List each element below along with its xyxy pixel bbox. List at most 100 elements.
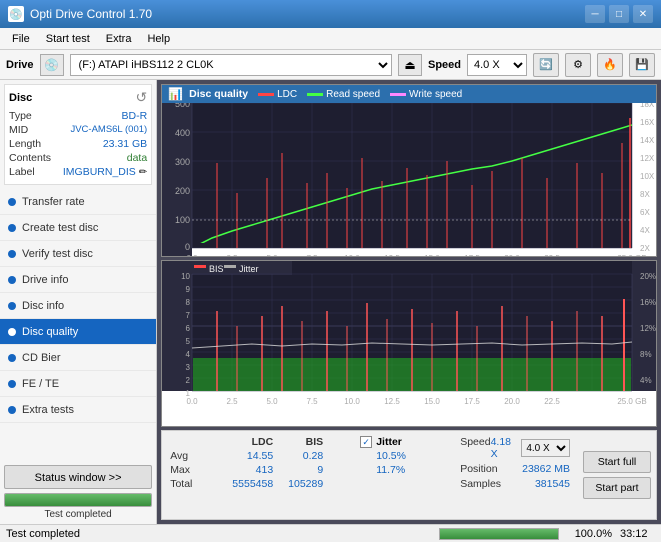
disc-panel-header: Disc ↺ bbox=[9, 89, 147, 106]
legend-read-color bbox=[307, 93, 323, 96]
nav-dot-active bbox=[8, 328, 16, 336]
drive-select[interactable]: (F:) ATAPI iHBS112 2 CL0K bbox=[70, 54, 392, 76]
minimize-button[interactable]: ─ bbox=[585, 5, 605, 23]
sidebar-item-disc-info[interactable]: Disc info bbox=[0, 293, 156, 319]
drive-bar: Drive 💿 (F:) ATAPI iHBS112 2 CL0K ⏏ Spee… bbox=[0, 50, 661, 80]
legend-ldc-label: LDC bbox=[277, 89, 297, 100]
sidebar-progress-fill bbox=[5, 494, 151, 506]
svg-text:2.5: 2.5 bbox=[227, 254, 239, 256]
svg-text:4X: 4X bbox=[640, 226, 650, 235]
disc-type-label: Type bbox=[9, 110, 32, 122]
disc-edit-icon[interactable]: ✏ bbox=[139, 167, 147, 178]
svg-text:0.0: 0.0 bbox=[187, 254, 199, 256]
disc-contents-row: Contents data bbox=[9, 152, 147, 164]
avg-label: Avg bbox=[170, 450, 208, 462]
disc-label-row: Label IMGBURN_DIS ✏ bbox=[9, 166, 147, 178]
sidebar-item-extra-tests[interactable]: Extra tests bbox=[0, 397, 156, 423]
menu-start-test[interactable]: Start test bbox=[38, 31, 98, 47]
window-controls: ─ □ ✕ bbox=[585, 5, 653, 23]
drive-icon[interactable]: 💿 bbox=[40, 54, 64, 76]
chart-icon: 📊 bbox=[168, 87, 183, 101]
speed-label: Speed bbox=[428, 59, 461, 71]
speed-select[interactable]: 4.0 X bbox=[467, 54, 527, 76]
svg-text:10: 10 bbox=[181, 272, 190, 281]
disc-type-value: BD-R bbox=[122, 110, 148, 122]
bottom-chart-panel: BIS Jitter bbox=[161, 260, 657, 427]
bis-header: BIS bbox=[273, 436, 323, 448]
sidebar-item-disc-quality[interactable]: Disc quality bbox=[0, 319, 156, 345]
svg-text:16X: 16X bbox=[640, 118, 655, 127]
nav-dot bbox=[8, 406, 16, 414]
menu-bar: File Start test Extra Help bbox=[0, 28, 661, 50]
legend-read-label: Read speed bbox=[326, 89, 380, 100]
svg-text:17.5: 17.5 bbox=[464, 254, 480, 256]
top-chart-svg: 500 400 300 200 100 0 18X 16X 14X 12X 10… bbox=[162, 103, 656, 256]
start-full-button[interactable]: Start full bbox=[583, 451, 651, 473]
disc-label-value: IMGBURN_DIS bbox=[63, 166, 136, 178]
save-button[interactable]: 💾 bbox=[629, 53, 655, 77]
burn-button[interactable]: 🔥 bbox=[597, 53, 623, 77]
svg-text:5: 5 bbox=[186, 337, 191, 346]
title-bar: 💿 Opti Drive Control 1.70 ─ □ ✕ bbox=[0, 0, 661, 28]
disc-length-label: Length bbox=[9, 138, 41, 150]
legend-ldc: LDC bbox=[258, 89, 297, 100]
bottom-percent: 100.0% bbox=[567, 528, 612, 540]
top-chart-title: Disc quality bbox=[189, 88, 248, 100]
max-label: Max bbox=[170, 464, 208, 476]
speed-info-select[interactable]: 4.0 X bbox=[521, 439, 570, 457]
legend-write-speed: Write speed bbox=[390, 89, 462, 100]
svg-text:14X: 14X bbox=[640, 136, 655, 145]
menu-help[interactable]: Help bbox=[139, 31, 178, 47]
svg-text:8X: 8X bbox=[640, 190, 650, 199]
main-content: Disc ↺ Type BD-R MID JVC-AMS6L (001) Len… bbox=[0, 80, 661, 524]
svg-text:300: 300 bbox=[175, 157, 190, 167]
disc-mid-label: MID bbox=[9, 124, 28, 136]
svg-text:5.0: 5.0 bbox=[267, 397, 279, 406]
refresh-button[interactable]: 🔄 bbox=[533, 53, 559, 77]
svg-text:2X: 2X bbox=[640, 244, 650, 253]
legend-read-speed: Read speed bbox=[307, 89, 380, 100]
nav-list: Transfer rate Create test disc Verify te… bbox=[0, 189, 156, 423]
sidebar-item-cd-bier[interactable]: CD Bier bbox=[0, 345, 156, 371]
total-ldc: 5555458 bbox=[208, 478, 273, 490]
svg-text:100: 100 bbox=[175, 215, 190, 225]
bottom-time: 33:12 bbox=[620, 528, 655, 540]
close-button[interactable]: ✕ bbox=[633, 5, 653, 23]
ldc-header: LDC bbox=[208, 436, 273, 448]
disc-refresh-icon[interactable]: ↺ bbox=[135, 89, 147, 106]
menu-extra[interactable]: Extra bbox=[98, 31, 140, 47]
app-title: Opti Drive Control 1.70 bbox=[30, 7, 152, 21]
svg-text:3: 3 bbox=[186, 363, 191, 372]
svg-text:6: 6 bbox=[186, 324, 191, 333]
sidebar-item-create-test-disc[interactable]: Create test disc bbox=[0, 215, 156, 241]
sidebar-item-transfer-rate[interactable]: Transfer rate bbox=[0, 189, 156, 215]
avg-jitter: 10.5% bbox=[376, 450, 406, 462]
svg-text:12%: 12% bbox=[640, 324, 656, 333]
bottom-status-bar: Test completed 100.0% 33:12 bbox=[0, 524, 661, 542]
action-buttons: Start full Start part bbox=[578, 431, 656, 519]
sidebar-item-fe-te[interactable]: FE / TE bbox=[0, 371, 156, 397]
svg-text:22.5: 22.5 bbox=[544, 254, 560, 256]
svg-text:8%: 8% bbox=[640, 350, 652, 359]
svg-text:25.0 GB: 25.0 GB bbox=[618, 254, 647, 256]
settings-button[interactable]: ⚙ bbox=[565, 53, 591, 77]
stats-row: LDC BIS Avg 14.55 0.28 Max 413 9 Total 5… bbox=[161, 430, 657, 520]
sidebar-item-verify-test-disc[interactable]: Verify test disc bbox=[0, 241, 156, 267]
svg-text:500: 500 bbox=[175, 103, 190, 109]
maximize-button[interactable]: □ bbox=[609, 5, 629, 23]
menu-file[interactable]: File bbox=[4, 31, 38, 47]
start-part-button[interactable]: Start part bbox=[583, 477, 651, 499]
nav-label-disc-info: Disc info bbox=[22, 300, 64, 312]
svg-text:BIS: BIS bbox=[209, 264, 224, 274]
stats-empty bbox=[170, 436, 208, 448]
eject-button[interactable]: ⏏ bbox=[398, 54, 422, 76]
max-jitter: 11.7% bbox=[376, 464, 405, 476]
max-bis: 9 bbox=[273, 464, 323, 476]
avg-bis: 0.28 bbox=[273, 450, 323, 462]
status-window-button[interactable]: Status window >> bbox=[4, 465, 152, 489]
disc-mid-value: JVC-AMS6L (001) bbox=[70, 124, 147, 136]
sidebar-item-drive-info[interactable]: Drive info bbox=[0, 267, 156, 293]
top-chart-legend: LDC Read speed Write speed bbox=[258, 89, 462, 100]
status-message: Test completed bbox=[6, 528, 431, 540]
jitter-checkbox[interactable]: ✓ bbox=[360, 436, 372, 448]
